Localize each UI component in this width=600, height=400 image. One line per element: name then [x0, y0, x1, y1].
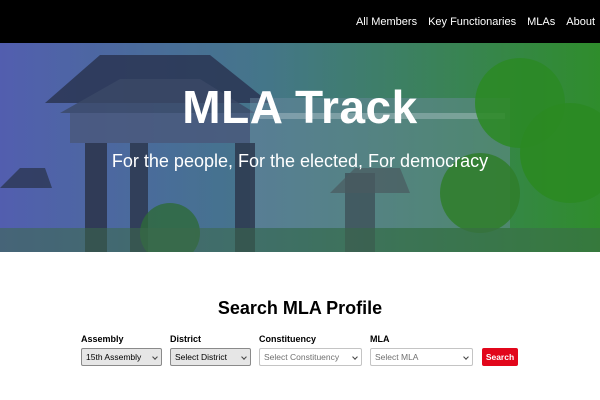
- mla-select-value: Select MLA: [375, 352, 419, 362]
- search-section-title: Search MLA Profile: [217, 298, 383, 318]
- district-label: District: [170, 334, 202, 344]
- nav-mlas[interactable]: MLAs: [527, 16, 555, 28]
- assembly-field: Assembly 15th Assembly: [81, 334, 162, 366]
- search-button[interactable]: Search: [482, 348, 518, 366]
- nav-about[interactable]: About: [566, 16, 595, 28]
- constituency-select[interactable]: Select Constituency: [259, 348, 362, 366]
- nav-all-members[interactable]: All Members: [356, 16, 417, 28]
- district-select-value: Select District: [175, 352, 227, 362]
- nav-key-functionaries[interactable]: Key Functionaries: [428, 16, 516, 28]
- chevron-down-icon: [463, 354, 469, 360]
- mla-field: MLA Select MLA: [370, 334, 473, 366]
- hero-banner: MLA Track For the people, For the electe…: [0, 43, 600, 252]
- mla-select[interactable]: Select MLA: [370, 348, 473, 366]
- chevron-down-icon: [241, 354, 247, 360]
- hero-background-image: [0, 43, 600, 252]
- assembly-select-value: 15th Assembly: [86, 352, 142, 362]
- district-field: District Select District: [170, 334, 251, 366]
- hero-subtitle: For the people, For the elected, For dem…: [111, 151, 489, 171]
- assembly-select[interactable]: 15th Assembly: [81, 348, 162, 366]
- top-nav: All Members Key Functionaries MLAs About: [0, 0, 600, 43]
- chevron-down-icon: [352, 354, 358, 360]
- mla-label: MLA: [370, 334, 390, 344]
- constituency-select-value: Select Constituency: [264, 352, 340, 362]
- chevron-down-icon: [152, 354, 158, 360]
- constituency-label: Constituency: [259, 334, 317, 344]
- district-select[interactable]: Select District: [170, 348, 251, 366]
- constituency-field: Constituency Select Constituency: [259, 334, 362, 366]
- hero-title: MLA Track: [182, 81, 418, 133]
- assembly-label: Assembly: [81, 334, 124, 344]
